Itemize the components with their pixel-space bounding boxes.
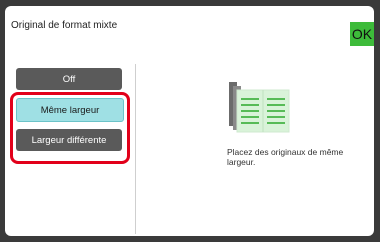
divider xyxy=(135,64,136,234)
ok-button[interactable]: OK xyxy=(350,22,374,46)
same-width-documents-icon xyxy=(229,82,290,133)
option-off-button[interactable]: Off xyxy=(16,68,122,90)
dialog-title: Original de format mixte xyxy=(11,20,118,31)
option-same-width-button[interactable]: Même largeur xyxy=(16,98,124,122)
description-text: Placez des originaux de même largeur. xyxy=(227,147,344,167)
option-different-width-button[interactable]: Largeur différente xyxy=(16,129,122,151)
mixed-format-dialog: Original de format mixte OK Off Même lar… xyxy=(5,6,374,236)
